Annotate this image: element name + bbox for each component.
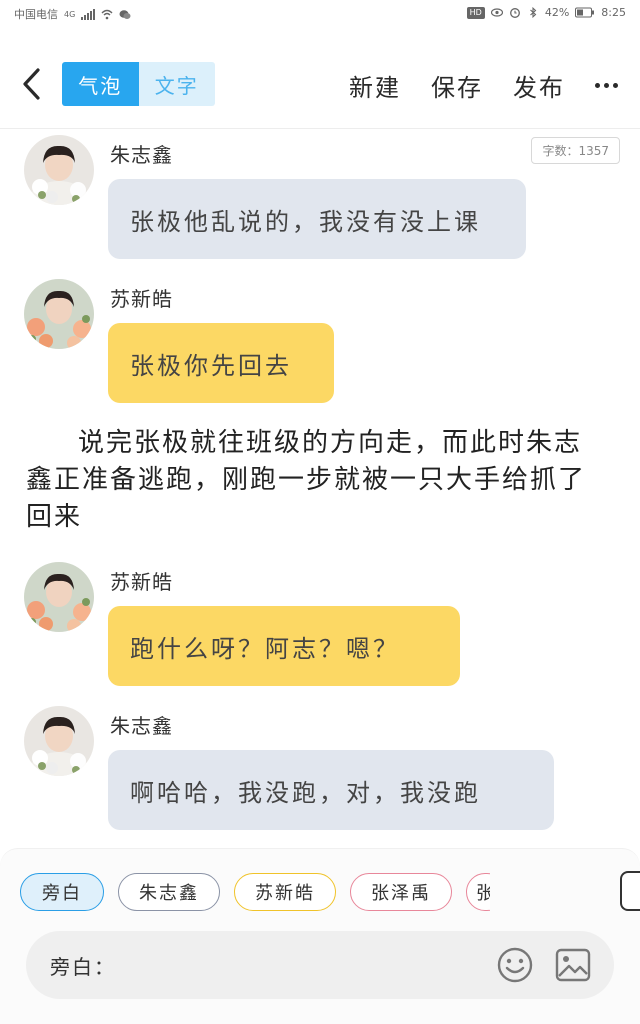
word-count-badge: 字数：1357 <box>531 137 620 164</box>
narration-text[interactable]: 说完张极就往班级的方向走，而此时朱志鑫正准备逃跑，刚跑一步就被一只大手给抓了回来 <box>26 425 606 536</box>
character-chip-narrator[interactable]: 旁白 <box>20 873 104 911</box>
chat-bubble[interactable]: 张极你先回去 <box>108 323 334 403</box>
tab-bubble[interactable]: 气泡 <box>62 62 139 106</box>
status-bar: 中国电信 4G HD 42% 8:25 <box>0 0 640 28</box>
character-chip-zhang-zeyu[interactable]: 张泽禹 <box>350 873 452 911</box>
battery-icon <box>575 7 595 18</box>
signal-icon <box>81 8 96 20</box>
avatar-zhu-zhixin[interactable] <box>24 706 94 776</box>
mode-toggle: 气泡 文字 <box>62 62 215 106</box>
wifi-icon <box>101 9 113 19</box>
smiley-icon[interactable] <box>496 946 534 984</box>
chat-bubble[interactable]: 啊哈哈，我没跑，对，我没跑 <box>108 750 554 830</box>
wechat-icon <box>119 9 131 19</box>
battery-label: 42% <box>544 6 570 19</box>
character-chip-partial[interactable]: 张 <box>466 873 490 911</box>
story-content[interactable]: 字数：1357 朱志鑫 张极他乱说的，我没有没上课 苏新皓 张极你先回去 说完张… <box>0 129 640 849</box>
status-left: 中国电信 4G <box>14 6 131 22</box>
sender-name: 苏新皓 <box>110 287 173 311</box>
hd-badge: HD <box>466 6 485 19</box>
avatar-su-xinhao[interactable] <box>24 562 94 632</box>
character-manager-icon[interactable] <box>620 871 640 911</box>
composer-panel: 旁白 朱志鑫 苏新皓 张泽禹 张 旁白： <box>0 848 640 1024</box>
sender-name: 朱志鑫 <box>110 714 173 738</box>
chat-bubble[interactable]: 张极他乱说的，我没有没上课 <box>108 179 526 259</box>
status-right: HD 42% 8:25 <box>466 6 626 19</box>
carrier-label: 中国电信 <box>14 8 58 21</box>
message-input[interactable]: 旁白： <box>26 931 614 999</box>
tab-text[interactable]: 文字 <box>138 62 215 106</box>
sender-name: 苏新皓 <box>110 570 173 594</box>
top-toolbar: 气泡 文字 新建 保存 发布 <box>0 50 640 120</box>
more-dots-icon[interactable] <box>595 76 618 96</box>
save-button[interactable]: 保存 <box>431 68 483 103</box>
eye-icon <box>490 8 503 17</box>
sender-name: 朱志鑫 <box>110 143 173 167</box>
publish-button[interactable]: 发布 <box>513 68 565 103</box>
toolbar-actions: 新建 保存 发布 <box>349 68 618 103</box>
network-label: 4G <box>64 9 76 19</box>
avatar-su-xinhao[interactable] <box>24 279 94 349</box>
avatar-zhu-zhixin[interactable] <box>24 135 94 205</box>
new-button[interactable]: 新建 <box>349 68 401 103</box>
alarm-icon <box>509 8 520 18</box>
character-chip-zhu-zhixin[interactable]: 朱志鑫 <box>118 873 220 911</box>
image-icon[interactable] <box>554 946 592 984</box>
input-speaker-label: 旁白： <box>50 955 116 979</box>
character-selector: 旁白 朱志鑫 苏新皓 张泽禹 张 <box>20 873 490 913</box>
character-chip-su-xinhao[interactable]: 苏新皓 <box>234 873 336 911</box>
back-arrow-icon[interactable] <box>16 64 52 104</box>
chat-bubble[interactable]: 跑什么呀？阿志？嗯？ <box>108 606 460 686</box>
clock-label: 8:25 <box>601 6 626 19</box>
bluetooth-icon <box>529 7 537 18</box>
